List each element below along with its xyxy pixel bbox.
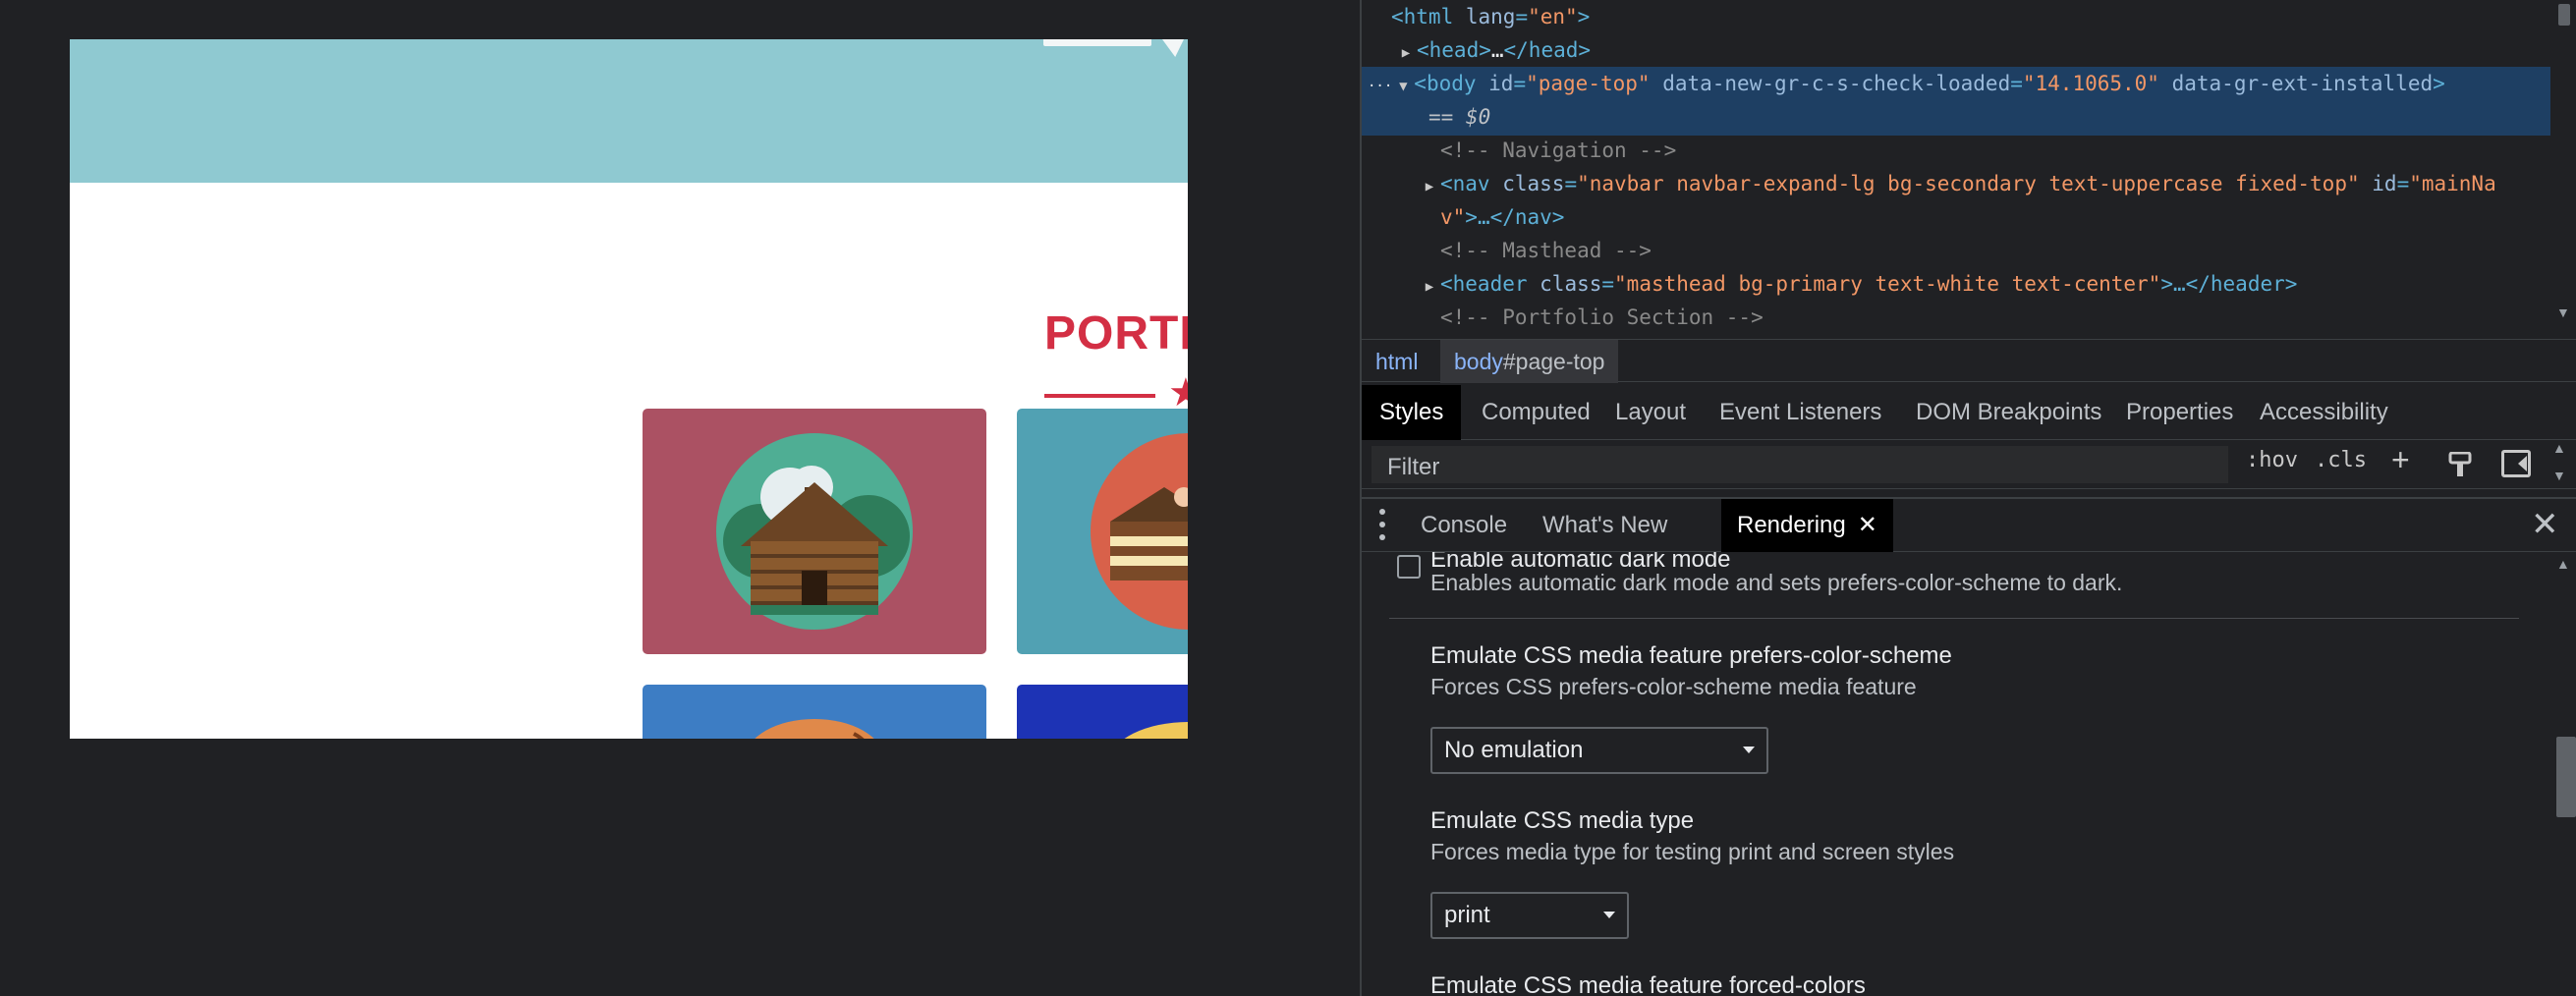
portfolio-item-circus[interactable] bbox=[643, 685, 986, 739]
breadcrumb: html body#page-top bbox=[1362, 339, 2576, 383]
chevron-down-icon bbox=[1743, 747, 1755, 753]
portfolio-item-cake[interactable] bbox=[1017, 409, 1188, 654]
tab-console[interactable]: Console bbox=[1405, 499, 1523, 552]
paint-brush-icon[interactable] bbox=[2448, 452, 2472, 477]
equals-sign: = bbox=[2396, 172, 2410, 195]
rendering-panel: Enable automatic dark mode Enables autom… bbox=[1362, 552, 2576, 996]
portfolio-heading: PORTF bbox=[1044, 307, 1188, 360]
devtools-panel: <html lang="en"> ▶ <head>…</head> ··· ▼ <bo… bbox=[1360, 0, 2576, 996]
media-type-desc: Forces media type for testing print and … bbox=[1430, 839, 1955, 864]
equals-sign: = bbox=[1601, 272, 1615, 296]
portfolio-item-game[interactable] bbox=[1017, 685, 1188, 739]
tab-accessibility[interactable]: Accessibility bbox=[2242, 385, 2406, 440]
divider-line bbox=[1044, 394, 1155, 398]
cake-icon bbox=[1091, 433, 1188, 630]
chevron-down-icon bbox=[1603, 912, 1615, 918]
cls-toggle[interactable]: .cls bbox=[2315, 448, 2367, 472]
expand-arrow-icon[interactable]: ▶ bbox=[1419, 170, 1440, 203]
close-tab-icon[interactable]: ✕ bbox=[1858, 512, 1877, 538]
styles-tabbar: Styles Computed Layout Event Listeners D… bbox=[1362, 385, 2576, 440]
breadcrumb-body[interactable]: body#page-top bbox=[1440, 340, 1619, 383]
elements-scrollbar[interactable]: ▼ bbox=[2550, 0, 2576, 334]
page-preview[interactable]: PORTF ★ bbox=[70, 39, 1188, 739]
tab-dom-breakpoints[interactable]: DOM Breakpoints bbox=[1898, 385, 2119, 440]
breadcrumb-html[interactable]: html bbox=[1362, 340, 1431, 383]
navbar-toggler[interactable] bbox=[1043, 39, 1151, 46]
scrollbar-thumb[interactable] bbox=[2556, 737, 2576, 817]
tab-layout[interactable]: Layout bbox=[1597, 385, 1704, 440]
circus-tent-icon bbox=[755, 719, 874, 739]
more-actions-icon[interactable]: ··· bbox=[1368, 79, 1392, 94]
scroll-up-icon[interactable]: ▲ bbox=[2552, 440, 2566, 456]
tab-whats-new[interactable]: What's New bbox=[1527, 499, 1683, 552]
elements-tree[interactable]: <html lang="en"> ▶ <head>…</head> ··· ▼ <bo… bbox=[1362, 0, 2550, 334]
color-scheme-select[interactable]: No emulation bbox=[1430, 727, 1768, 774]
masthead bbox=[70, 39, 1188, 183]
color-scheme-desc: Forces CSS prefers-color-scheme media fe… bbox=[1430, 674, 1917, 699]
tab-computed[interactable]: Computed bbox=[1464, 385, 1608, 440]
menu-dot bbox=[1379, 522, 1385, 527]
media-type-select[interactable]: print bbox=[1430, 892, 1629, 939]
comment-portfolio[interactable]: <!-- Portfolio Section --> bbox=[1440, 301, 1764, 334]
tab-rendering[interactable]: Rendering ✕ bbox=[1721, 499, 1893, 552]
equals-sign: = bbox=[2010, 72, 2023, 95]
expand-arrow-icon[interactable]: ▶ bbox=[1395, 36, 1417, 70]
tree-node-head[interactable]: ▶ <head>…</head> bbox=[1395, 33, 1591, 67]
toggle-sidebar-icon[interactable] bbox=[2501, 450, 2531, 477]
game-icon bbox=[1124, 722, 1188, 739]
scrollbar-thumb[interactable] bbox=[2558, 4, 2570, 26]
new-style-rule-icon[interactable]: + bbox=[2391, 442, 2410, 478]
collapse-arrow-icon[interactable]: ▼ bbox=[1392, 70, 1414, 103]
scroll-down-icon[interactable]: ▼ bbox=[2556, 304, 2570, 320]
tree-node-nav-wrap[interactable]: v">…</nav> bbox=[1440, 200, 1564, 234]
close-drawer-icon[interactable]: ✕ bbox=[2531, 505, 2559, 544]
comment-masthead[interactable]: <!-- Masthead --> bbox=[1440, 234, 1652, 267]
expand-arrow-icon[interactable]: ▶ bbox=[1419, 270, 1440, 304]
dark-mode-desc: Enables automatic dark mode and sets pre… bbox=[1430, 570, 2123, 595]
equals-sign: = bbox=[1564, 172, 1578, 195]
color-scheme-title: Emulate CSS media feature prefers-color-… bbox=[1430, 642, 1952, 669]
rendering-scrollbar[interactable]: ▲ bbox=[2550, 552, 2576, 996]
menu-dot bbox=[1379, 534, 1385, 540]
drawer-tabbar: Console What's New Rendering ✕ ✕ bbox=[1362, 497, 2576, 552]
tree-node-nav[interactable]: ▶ <nav class="navbar navbar-expand-lg bg-… bbox=[1419, 167, 2496, 200]
portfolio-item-cabin[interactable] bbox=[643, 409, 986, 654]
scroll-down-icon[interactable]: ▼ bbox=[2552, 468, 2566, 483]
scroll-up-icon[interactable]: ▲ bbox=[2556, 556, 2570, 572]
hov-toggle[interactable]: :hov bbox=[2246, 448, 2298, 472]
tab-properties[interactable]: Properties bbox=[2108, 385, 2251, 440]
tab-event-listeners[interactable]: Event Listeners bbox=[1702, 385, 1899, 440]
forced-colors-title: Emulate CSS media feature forced-colors bbox=[1430, 972, 1866, 996]
viewport-pane: PORTF ★ bbox=[0, 0, 1360, 996]
equals-sign: = bbox=[1513, 72, 1527, 95]
filter-placeholder: Filter bbox=[1387, 454, 1440, 480]
filter-input[interactable]: Filter bbox=[1372, 446, 2228, 483]
styles-filter-bar: Filter :hov .cls + ▲ ▼ bbox=[1362, 440, 2576, 489]
tree-node-header[interactable]: ▶ <header class="masthead bg-primary text… bbox=[1419, 267, 2298, 304]
menu-dot bbox=[1379, 509, 1385, 515]
media-type-title: Emulate CSS media type bbox=[1430, 807, 1695, 834]
more-tools-icon[interactable] bbox=[1379, 509, 1385, 540]
tab-styles[interactable]: Styles bbox=[1362, 385, 1462, 440]
tree-node-body[interactable]: ··· ▼ <body id="page-top" data-new-gr-c-s-… bbox=[1368, 67, 2445, 100]
log-cabin-icon bbox=[716, 433, 913, 630]
star-icon: ★ bbox=[1168, 371, 1188, 415]
console-ref-label: == $0 bbox=[1428, 105, 1491, 129]
dark-mode-checkbox[interactable] bbox=[1397, 555, 1421, 579]
comment-navigation[interactable]: <!-- Navigation --> bbox=[1440, 134, 1676, 167]
tree-node-html[interactable]: <html lang="en"> bbox=[1391, 0, 1590, 33]
section-divider bbox=[1389, 618, 2519, 619]
